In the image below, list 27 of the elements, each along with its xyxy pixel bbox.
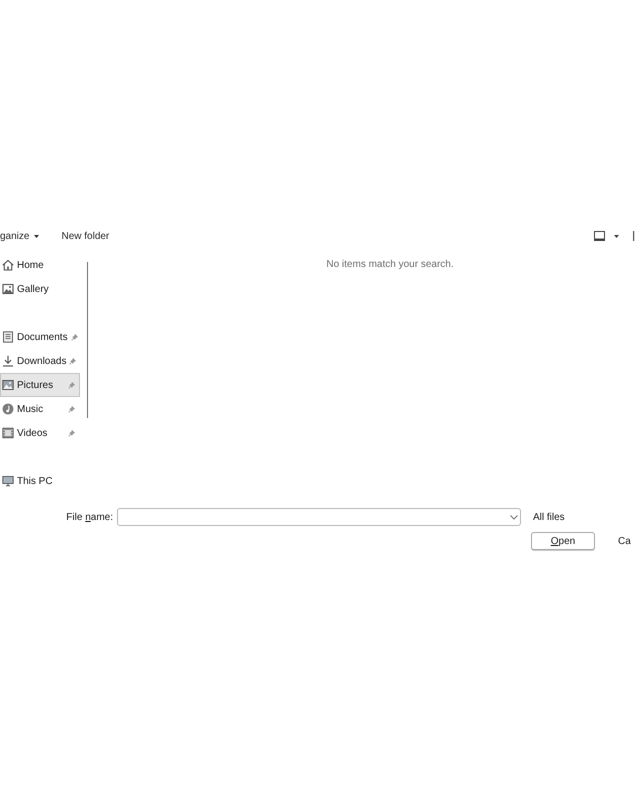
sidebar-item[interactable]: Music [0,397,80,421]
download-icon [2,355,14,367]
sidebar-item[interactable]: Videos [0,421,80,445]
sidebar-item[interactable]: This PC [0,469,80,493]
scrollbar-thumb[interactable] [87,262,88,418]
sidebar-item[interactable]: Downloads [0,349,80,373]
gallery-icon [2,283,14,295]
empty-message: No items match your search. [326,259,454,271]
view-icon[interactable] [594,231,605,241]
new-folder-button[interactable]: New folder [59,226,112,246]
caret-icon [34,234,40,238]
sidebar-item[interactable]: Documents [0,325,80,349]
sidebar-item[interactable]: Pictures [0,373,80,397]
file-name-field[interactable] [117,508,521,526]
picture-icon [2,379,14,391]
monitor-icon [2,475,14,487]
home-icon [2,259,14,271]
file-type-filter[interactable]: All files [533,510,565,524]
caret-icon[interactable] [614,234,619,238]
file-name-label: File name: [66,510,113,524]
chevron-down-icon[interactable] [510,514,518,520]
document-icon [2,331,14,343]
open-button[interactable]: Open [531,532,595,550]
sidebar-item[interactable]: Gallery [0,277,80,301]
organize-button[interactable]: ganize [0,226,42,246]
cancel-button[interactable]: Ca [607,532,635,550]
sidebar-item[interactable]: Home [0,253,80,277]
